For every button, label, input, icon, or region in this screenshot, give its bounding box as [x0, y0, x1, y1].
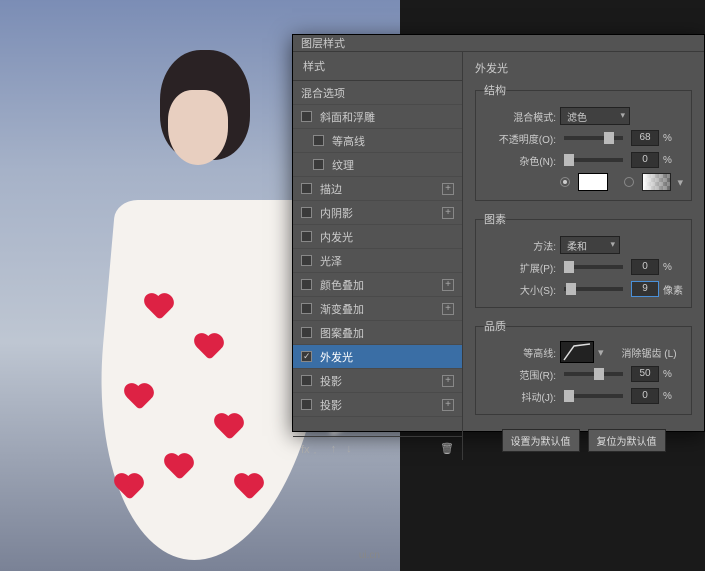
checkbox[interactable] [301, 351, 312, 362]
blend-mode-label: 混合模式: [484, 109, 556, 124]
style-row-bevel[interactable]: 斜面和浮雕 [293, 105, 462, 129]
add-effect-icon[interactable]: + [442, 399, 454, 411]
spread-label: 扩展(P): [484, 260, 556, 275]
spread-slider[interactable] [564, 265, 623, 269]
noise-input[interactable]: 0 [631, 152, 659, 168]
chevron-down-icon[interactable]: ▾ [598, 346, 604, 359]
watermark: ui.cn [359, 550, 380, 561]
checkbox[interactable] [301, 231, 312, 242]
effect-title: 外发光 [475, 60, 692, 76]
jitter-input[interactable]: 0 [631, 388, 659, 404]
style-row-inner-glow[interactable]: 内发光 [293, 225, 462, 249]
checkbox[interactable] [313, 159, 324, 170]
style-row-drop-shadow-2[interactable]: 投影+ [293, 393, 462, 417]
dialog-title: 图层样式 [301, 35, 345, 51]
contour-label: 等高线: [484, 345, 556, 360]
checkbox[interactable] [301, 111, 312, 122]
style-row-outer-glow[interactable]: 外发光 [293, 345, 462, 369]
noise-label: 杂色(N): [484, 153, 556, 168]
style-row-color-overlay[interactable]: 颜色叠加+ [293, 273, 462, 297]
jitter-label: 抖动(J): [484, 389, 556, 404]
technique-dropdown[interactable]: 柔和 [560, 236, 620, 254]
opacity-slider[interactable] [564, 136, 623, 140]
add-effect-icon[interactable]: + [442, 183, 454, 195]
effect-settings-panel: 外发光 结构 混合模式: 滤色 不透明度(O): 68 % 杂色(N): 0 [463, 52, 704, 460]
add-effect-icon[interactable]: + [442, 207, 454, 219]
add-effect-icon[interactable]: + [442, 303, 454, 315]
dialog-titlebar[interactable]: 图层样式 [293, 35, 704, 52]
checkbox[interactable] [301, 255, 312, 266]
checkbox[interactable] [301, 375, 312, 386]
checkbox[interactable] [301, 207, 312, 218]
style-row-texture[interactable]: 纹理 [293, 153, 462, 177]
trash-icon[interactable]: 🗑 [440, 442, 454, 455]
jitter-slider[interactable] [564, 394, 623, 398]
style-row-pattern-overlay[interactable]: 图案叠加 [293, 321, 462, 345]
checkbox[interactable] [313, 135, 324, 146]
elements-group: 图素 方法: 柔和 扩展(P): 0 % 大小(S): 9 像素 [475, 211, 692, 308]
style-row-stroke[interactable]: 描边+ [293, 177, 462, 201]
checkbox[interactable] [301, 183, 312, 194]
gradient-radio[interactable] [624, 177, 634, 187]
size-label: 大小(S): [484, 282, 556, 297]
styles-header: 样式 [293, 52, 462, 81]
blend-mode-dropdown[interactable]: 滤色 [560, 107, 630, 125]
glow-color-swatch[interactable] [578, 173, 608, 191]
style-row-satin[interactable]: 光泽 [293, 249, 462, 273]
range-label: 范围(R): [484, 367, 556, 382]
style-row-drop-shadow[interactable]: 投影+ [293, 369, 462, 393]
range-slider[interactable] [564, 372, 623, 376]
style-row-inner-shadow[interactable]: 内阴影+ [293, 201, 462, 225]
opacity-label: 不透明度(O): [484, 131, 556, 146]
checkbox[interactable] [301, 303, 312, 314]
style-row-contour[interactable]: 等高线 [293, 129, 462, 153]
checkbox[interactable] [301, 327, 312, 338]
checkbox[interactable] [301, 399, 312, 410]
fx-menu-icon[interactable]: fx﹒ [301, 441, 321, 457]
add-effect-icon[interactable]: + [442, 279, 454, 291]
spread-input[interactable]: 0 [631, 259, 659, 275]
checkbox[interactable] [301, 279, 312, 290]
chevron-down-icon[interactable]: ▾ [677, 176, 683, 189]
antialias-label: 消除锯齿 (L) [622, 345, 677, 360]
make-default-button[interactable]: 设置为默认值 [502, 429, 580, 452]
reset-default-button[interactable]: 复位为默认值 [588, 429, 666, 452]
layer-style-dialog: 图层样式 样式 混合选项 斜面和浮雕 等高线 纹理 描边+ 内阴影+ 内发光 光… [292, 34, 705, 432]
size-input[interactable]: 9 [631, 281, 659, 297]
blending-options-row[interactable]: 混合选项 [293, 81, 462, 105]
move-down-icon[interactable]: ↓ [346, 443, 352, 455]
structure-group: 结构 混合模式: 滤色 不透明度(O): 68 % 杂色(N): 0 % [475, 82, 692, 201]
styles-sidebar: 样式 混合选项 斜面和浮雕 等高线 纹理 描边+ 内阴影+ 内发光 光泽 颜色叠… [293, 52, 463, 460]
noise-slider[interactable] [564, 158, 623, 162]
style-row-gradient-overlay[interactable]: 渐变叠加+ [293, 297, 462, 321]
add-effect-icon[interactable]: + [442, 375, 454, 387]
range-input[interactable]: 50 [631, 366, 659, 382]
size-slider[interactable] [564, 287, 623, 291]
opacity-input[interactable]: 68 [631, 130, 659, 146]
glow-gradient-picker[interactable] [642, 173, 671, 191]
move-up-icon[interactable]: ↑ [331, 443, 337, 455]
quality-group: 品质 等高线: ▾ 消除锯齿 (L) 范围(R): 50 % [475, 318, 692, 415]
color-radio[interactable] [560, 177, 570, 187]
technique-label: 方法: [484, 238, 556, 253]
contour-picker[interactable] [560, 341, 594, 363]
